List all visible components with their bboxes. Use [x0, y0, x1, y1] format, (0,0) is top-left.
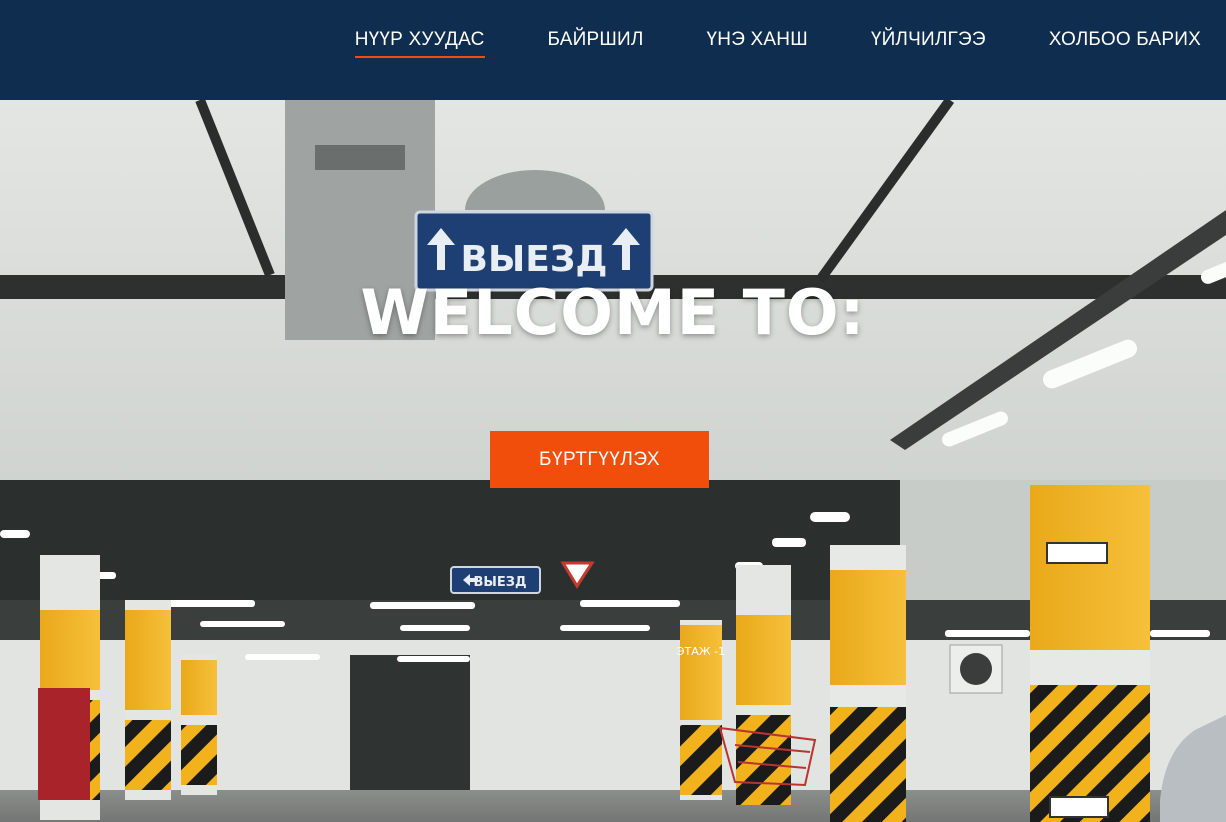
top-navbar: НҮҮР ХУУДАС БАЙРШИЛ ҮНЭ ХАНШ ҮЙЛЧИЛГЭЭ Х… [0, 0, 1226, 100]
register-button[interactable]: БҮРТГҮҮЛЭХ [490, 431, 709, 488]
main-menu: НҮҮР ХУУДАС БАЙРШИЛ ҮНЭ ХАНШ ҮЙЛЧИЛГЭЭ Х… [292, 29, 1201, 58]
nav-item-home[interactable]: НҮҮР ХУУДАС [354, 29, 485, 58]
nav-item-pricing[interactable]: ҮНЭ ХАНШ [707, 29, 808, 58]
exit-sign-text: ВЫЕЗД [461, 239, 608, 280]
nav-item-services[interactable]: ҮЙЛЧИЛГЭЭ [871, 29, 986, 58]
small-exit-sign-text: ВЫЕЗД [473, 575, 526, 590]
floor-marker-text: ЭТАЖ -1 [677, 645, 725, 658]
nav-item-contact[interactable]: ХОЛБОО БАРИХ [1049, 29, 1201, 58]
hero-section: ВЫЕЗД ВЫЕЗД ЭТАЖ -1 WELCOME TO: БҮРТГҮҮЛ… [0, 100, 1226, 822]
hero-title: WELCOME TO: [360, 276, 866, 349]
nav-item-location[interactable]: БАЙРШИЛ [548, 29, 644, 58]
